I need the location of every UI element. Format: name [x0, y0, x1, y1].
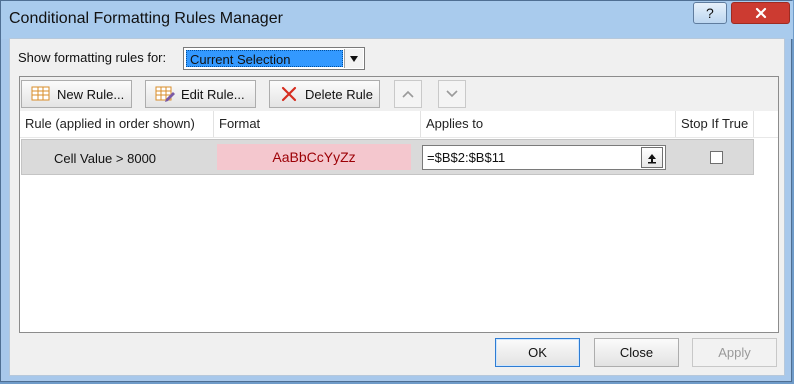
- edit-rule-icon: [155, 84, 175, 104]
- rule-row[interactable]: Cell Value > 8000 AaBbCcYyZz =$B$2:$B$11: [21, 139, 754, 175]
- applies-to-value: =$B$2:$B$11: [427, 150, 506, 165]
- move-up-button[interactable]: [394, 80, 422, 108]
- rules-table-header: Rule (applied in order shown) Format App…: [20, 111, 778, 138]
- new-rule-label: New Rule...: [57, 86, 125, 102]
- delete-rule-button[interactable]: Delete Rule: [269, 80, 380, 108]
- column-applies-to: Applies to: [421, 111, 676, 137]
- move-down-button[interactable]: [438, 80, 466, 108]
- dialog-content: Show formatting rules for: Current Selec…: [9, 38, 785, 376]
- delete-rule-label: Delete Rule: [305, 86, 373, 102]
- column-rule: Rule (applied in order shown): [20, 111, 214, 137]
- help-icon: ?: [706, 6, 714, 20]
- collapse-dialog-button[interactable]: [641, 147, 663, 168]
- stop-if-true-checkbox[interactable]: [710, 151, 723, 164]
- close-button[interactable]: Close: [594, 338, 679, 367]
- applies-to-input[interactable]: =$B$2:$B$11: [422, 145, 666, 170]
- close-icon: [755, 7, 766, 19]
- collapse-dialog-icon: [648, 153, 656, 163]
- show-rules-label: Show formatting rules for:: [18, 50, 167, 65]
- close-window-button[interactable]: [731, 2, 790, 24]
- help-button[interactable]: ?: [693, 2, 727, 24]
- new-rule-icon: [31, 84, 51, 104]
- apply-button[interactable]: Apply: [692, 338, 777, 367]
- edit-rule-label: Edit Rule...: [181, 86, 245, 102]
- show-rules-dropdown[interactable]: Current Selection: [183, 47, 365, 70]
- rule-description: Cell Value > 8000: [54, 151, 157, 166]
- svg-text:?: ?: [706, 6, 714, 20]
- column-stop-if-true: Stop If True: [676, 111, 754, 137]
- window-title: Conditional Formatting Rules Manager: [9, 10, 283, 27]
- column-format: Format: [214, 111, 421, 137]
- delete-icon: [279, 84, 299, 104]
- rules-toolbar: New Rule... Edit Rule... Delete Rule: [20, 77, 778, 112]
- dialog: Conditional Formatting Rules Manager ? S…: [0, 0, 793, 382]
- dropdown-arrow-button[interactable]: [344, 49, 363, 68]
- edit-rule-button[interactable]: Edit Rule...: [145, 80, 256, 108]
- format-preview: AaBbCcYyZz: [217, 144, 411, 170]
- dropdown-arrow-icon: [350, 55, 358, 62]
- ok-button[interactable]: OK: [495, 338, 580, 367]
- chevron-up-icon: [402, 90, 414, 98]
- new-rule-button[interactable]: New Rule...: [21, 80, 132, 108]
- selected-option: Current Selection: [186, 50, 343, 67]
- rules-panel: New Rule... Edit Rule... Delete Rule Rul…: [19, 76, 779, 333]
- title-bar: Conditional Formatting Rules Manager ?: [1, 1, 793, 39]
- chevron-down-icon: [446, 90, 458, 98]
- selected-option-text: Current Selection: [190, 52, 291, 67]
